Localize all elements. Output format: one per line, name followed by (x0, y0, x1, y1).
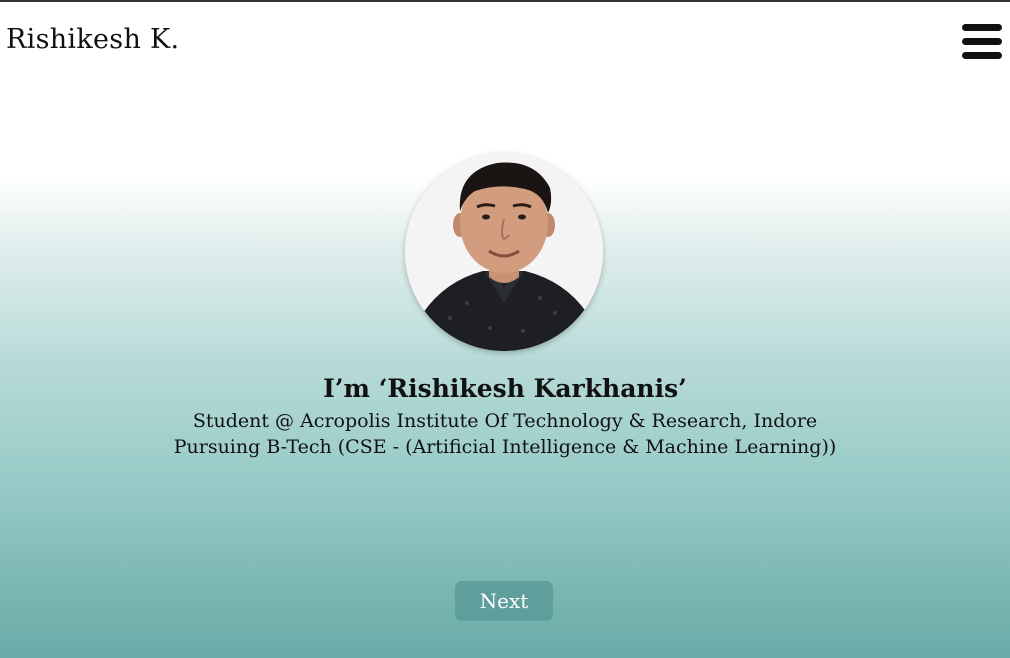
menu-bar (962, 38, 1002, 45)
hamburger-menu-icon[interactable] (962, 24, 1004, 60)
menu-bar (962, 24, 1002, 31)
next-button[interactable]: Next (455, 581, 553, 621)
intro-title: I’m ‘Rishikesh Karkhanis’ (323, 374, 687, 403)
profile-photo-illustration (405, 153, 603, 351)
intro-section: I’m ‘Rishikesh Karkhanis’ Student @ Acro… (0, 370, 1010, 460)
intro-education: Student @ Acropolis Institute Of Technol… (192, 410, 818, 432)
intro-degree: Pursuing B-Tech (CSE - (Artificial Intel… (173, 436, 837, 458)
brand-logo-text[interactable]: Rishikesh K. (6, 24, 179, 55)
site-header: Rishikesh K. (0, 2, 1010, 82)
profile-photo (405, 153, 603, 351)
menu-bar (962, 52, 1002, 59)
